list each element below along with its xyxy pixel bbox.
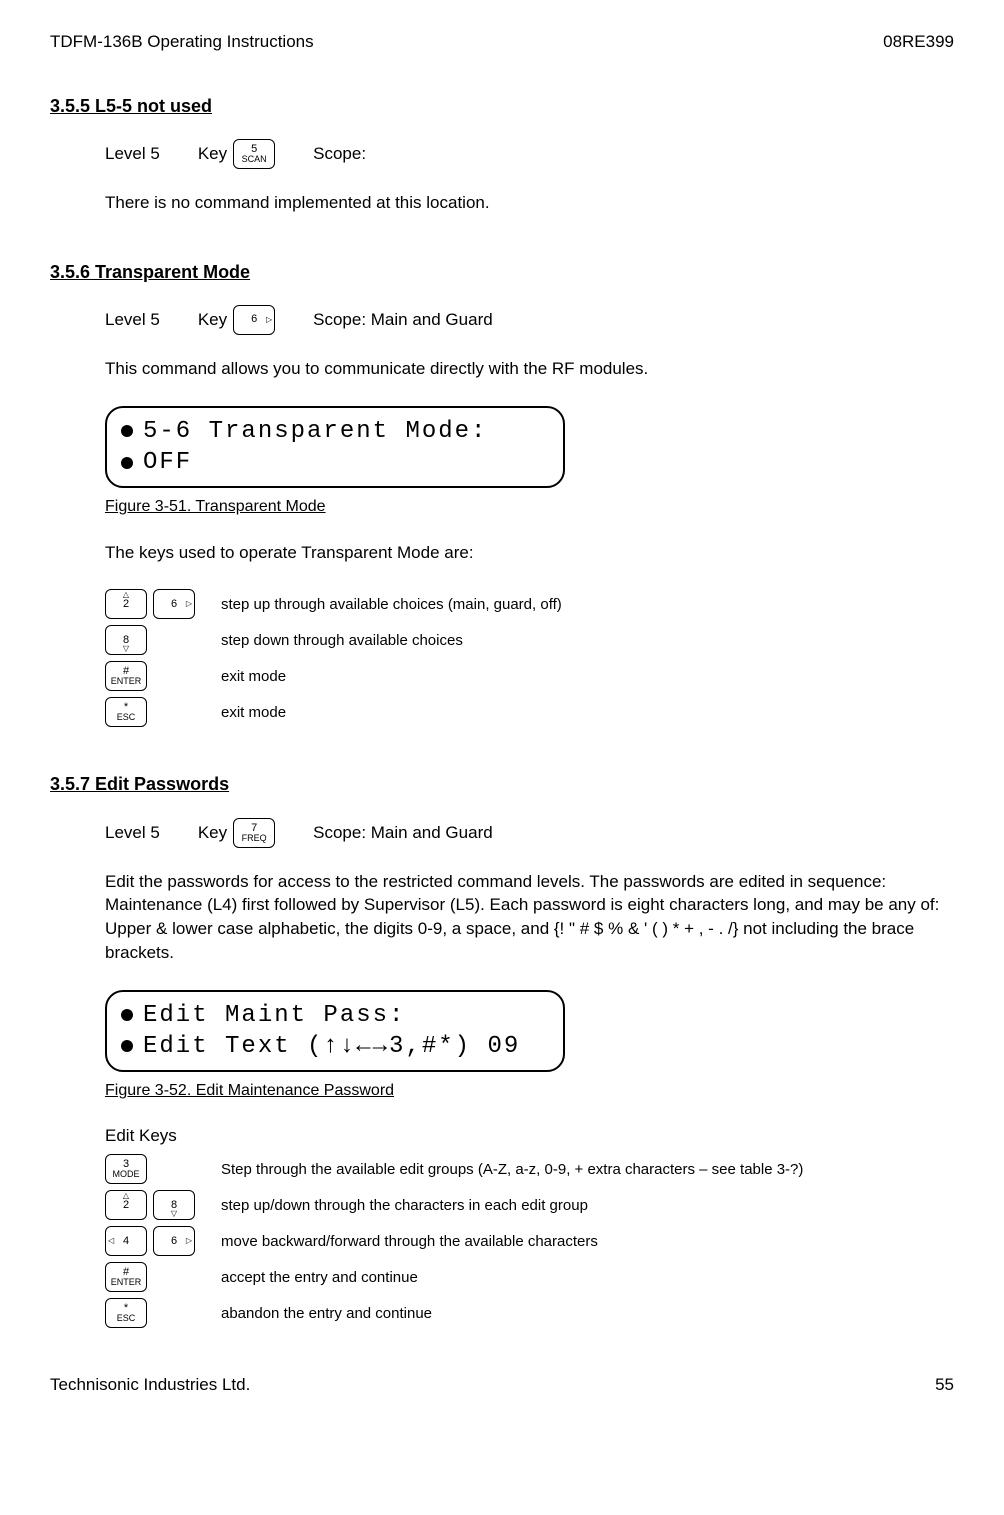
key-esc: *ESC — [105, 1298, 147, 1328]
key-2: 2 — [105, 1190, 147, 1220]
key-8: 8 — [153, 1190, 195, 1220]
key-3-mode: 3MODE — [105, 1154, 147, 1184]
dot-icon — [121, 425, 133, 437]
figure-352-caption: Figure 3-52. Edit Maintenance Password — [105, 1080, 954, 1102]
section-355-para: There is no command implemented at this … — [105, 191, 954, 215]
header-right: 08RE399 — [883, 30, 954, 54]
level-label: Level 5 — [105, 142, 160, 166]
scope-label: Scope: Main and Guard — [313, 308, 493, 332]
key-6: 6 — [153, 1226, 195, 1256]
section-356-para: This command allows you to communicate d… — [105, 357, 954, 381]
figure-351-caption: Figure 3-51. Transparent Mode — [105, 496, 954, 518]
lcd-display-356: 5-6 Transparent Mode: OFF — [105, 406, 565, 488]
header-left: TDFM-136B Operating Instructions — [50, 30, 314, 54]
section-356-heading: 3.5.6 Transparent Mode — [50, 260, 954, 285]
key-desc: step up through available choices (main,… — [221, 594, 562, 615]
key-6: 6 — [153, 589, 195, 619]
key-table-356: 2 6 step up through available choices (m… — [105, 589, 954, 727]
key-desc: move backward/forward through the availa… — [221, 1231, 598, 1252]
section-355-heading: 3.5.5 L5-5 not used — [50, 94, 954, 119]
key-desc: accept the entry and continue — [221, 1267, 418, 1288]
key-desc: Step through the available edit groups (… — [221, 1159, 803, 1180]
lcd-line-1: 5-6 Transparent Mode: — [143, 416, 487, 447]
lcd-display-357: Edit Maint Pass: Edit Text (↑↓←→3,#*) 09 — [105, 990, 565, 1072]
lcd-line-2: OFF — [143, 447, 192, 478]
scope-label: Scope: — [313, 142, 366, 166]
key-label: Key — [198, 308, 227, 332]
key-label: Key — [198, 142, 227, 166]
section-357-para: Edit the passwords for access to the res… — [105, 870, 954, 965]
key-desc: exit mode — [221, 702, 286, 723]
key-table-357: 3MODE Step through the available edit gr… — [105, 1154, 954, 1328]
key-2: 2 — [105, 589, 147, 619]
key-label: Key — [198, 821, 227, 845]
key-8: 8 — [105, 625, 147, 655]
edit-keys-heading: Edit Keys — [105, 1124, 954, 1148]
key-desc: abandon the entry and continue — [221, 1303, 432, 1324]
lcd-line-2: Edit Text (↑↓←→3,#*) 09 — [143, 1031, 520, 1062]
key-7-freq: 7 FREQ — [233, 818, 275, 848]
key-esc: *ESC — [105, 697, 147, 727]
key-4: 4 — [105, 1226, 147, 1256]
key-5-scan: 5 SCAN — [233, 139, 275, 169]
level-label: Level 5 — [105, 308, 160, 332]
key-enter: #ENTER — [105, 1262, 147, 1292]
key-desc: step up/down through the characters in e… — [221, 1195, 588, 1216]
keys-used-text: The keys used to operate Transparent Mod… — [105, 541, 954, 565]
key-desc: step down through available choices — [221, 630, 463, 651]
key-enter: #ENTER — [105, 661, 147, 691]
page-footer: Technisonic Industries Ltd. 55 — [50, 1373, 954, 1397]
level-label: Level 5 — [105, 821, 160, 845]
section-357-heading: 3.5.7 Edit Passwords — [50, 772, 954, 797]
key-desc: exit mode — [221, 666, 286, 687]
key-6: 6 — [233, 305, 275, 335]
footer-right: 55 — [935, 1373, 954, 1397]
dot-icon — [121, 1009, 133, 1021]
footer-left: Technisonic Industries Ltd. — [50, 1373, 250, 1397]
lcd-line-1: Edit Maint Pass: — [143, 1000, 405, 1031]
dot-icon — [121, 457, 133, 469]
scope-label: Scope: Main and Guard — [313, 821, 493, 845]
dot-icon — [121, 1040, 133, 1052]
page-header: TDFM-136B Operating Instructions 08RE399 — [50, 30, 954, 54]
